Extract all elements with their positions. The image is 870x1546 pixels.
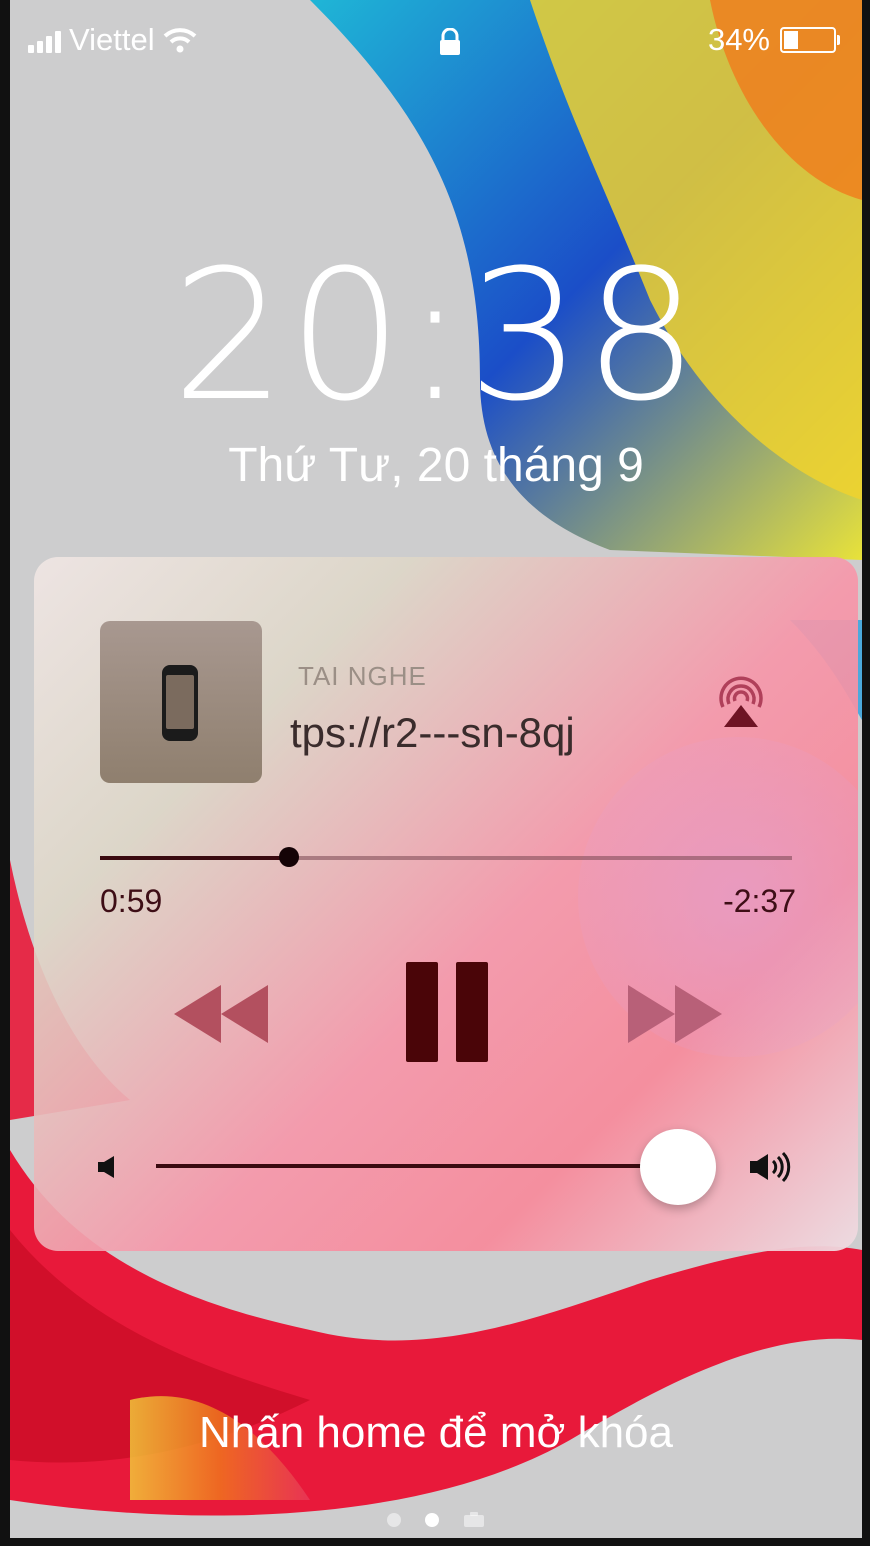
- status-bar: Viettel 34%: [10, 18, 862, 68]
- battery-icon: [780, 27, 840, 53]
- volume-low-icon: [98, 1156, 114, 1178]
- elapsed-time: 0:59: [100, 883, 163, 919]
- airplay-icon[interactable]: [716, 673, 766, 729]
- carrier-name: Viettel: [69, 22, 155, 57]
- battery-group: 34%: [707, 22, 840, 58]
- page-indicator: [10, 1512, 862, 1528]
- battery-percent: 34%: [707, 22, 770, 57]
- lock-icon: [440, 28, 460, 55]
- fast-forward-icon[interactable]: [628, 985, 722, 1043]
- phone-icon: [162, 665, 198, 741]
- rewind-icon[interactable]: [174, 985, 268, 1043]
- artwork: [100, 621, 262, 783]
- now-playing-widget: TAI NGHE tps://r2---sn-8qj 0:59 -2:37: [34, 557, 858, 1251]
- page-dot: [387, 1513, 401, 1527]
- track-title: tps://r2---sn-8qj: [290, 709, 575, 756]
- remaining-time: -2:37: [723, 883, 796, 919]
- battery-fill: [784, 31, 798, 49]
- lock-screen: Viettel 34% 20:38 Thứ Tư, 20 tháng 9 TAI…: [0, 0, 870, 1546]
- page-dot-active: [425, 1513, 439, 1527]
- route-label: TAI NGHE: [298, 661, 427, 691]
- signal-icon: [28, 27, 61, 53]
- lock-date: Thứ Tư, 20 tháng 9: [228, 439, 644, 492]
- volume-knob[interactable]: [640, 1129, 716, 1205]
- camera-icon: [464, 1512, 484, 1527]
- carrier-group: Viettel: [28, 22, 197, 58]
- lock-clock: 20:38: [171, 232, 701, 441]
- volume-high-icon: [750, 1151, 791, 1183]
- progress-elapsed: [100, 856, 289, 860]
- wifi-icon: [163, 28, 196, 53]
- progress-scrubber[interactable]: [278, 847, 299, 867]
- unlock-hint: Nhấn home để mở khóa: [198, 1408, 673, 1457]
- progress-track[interactable]: [100, 847, 792, 867]
- volume-track[interactable]: [156, 1164, 676, 1168]
- pause-icon[interactable]: [406, 962, 488, 1062]
